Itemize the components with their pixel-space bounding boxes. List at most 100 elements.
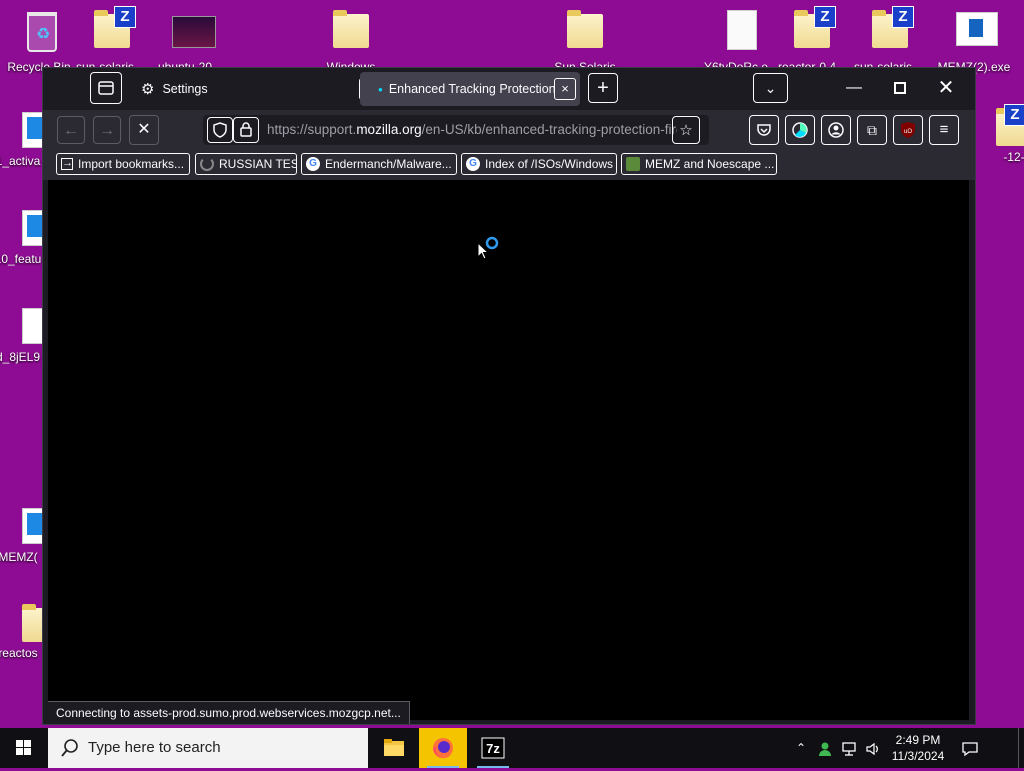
- tab-label: Settings: [162, 82, 208, 96]
- desktop-icon-reactor[interactable]: Z reactor-0.4...: [774, 6, 850, 74]
- image-file-icon: [0, 210, 52, 248]
- bookmark-label: RUSSIAN TEST: [219, 157, 296, 171]
- arrow-left-icon: ←: [63, 122, 79, 139]
- new-tab-button[interactable]: +: [588, 73, 618, 103]
- desktop-icon-windows[interactable]: Windows: [313, 10, 389, 74]
- file-explorer-icon: [384, 739, 404, 756]
- tab-bar: ⚙ Settings × ● Enhanced Tracking Protect…: [43, 68, 975, 110]
- plus-icon: +: [597, 77, 609, 99]
- bookmark-label: Import bookmarks...: [78, 157, 185, 171]
- desktop-icon-sun-solaris-1[interactable]: Z sun-solaris-...: [74, 6, 150, 74]
- exe-icon: [956, 10, 998, 48]
- search-placeholder: Type here to search: [88, 739, 221, 756]
- zip-folder-icon: Z: [872, 6, 914, 48]
- show-desktop-button[interactable]: [1018, 728, 1024, 768]
- taskbar-search-box[interactable]: Type here to search: [48, 728, 368, 768]
- url-bar[interactable]: https://support.mozilla.org/en-US/kb/enh…: [203, 115, 709, 145]
- network-button[interactable]: [838, 728, 860, 768]
- url-domain: mozilla.org: [356, 122, 422, 137]
- minimize-icon: —: [846, 79, 862, 96]
- show-hidden-icons-button[interactable]: ⌃: [790, 728, 812, 768]
- forward-button[interactable]: →: [93, 116, 121, 144]
- search-icon: [61, 739, 78, 757]
- close-tab-button[interactable]: ×: [554, 78, 576, 100]
- image-thumbnail-icon: [172, 10, 216, 48]
- folder-icon: [567, 10, 603, 48]
- tab-enhanced-tracking-protection[interactable]: ● Enhanced Tracking Protection ×: [360, 72, 580, 106]
- downloads-button[interactable]: [785, 115, 815, 145]
- stop-button[interactable]: ✕: [129, 115, 159, 145]
- bookmark-endermanch[interactable]: G Endermanch/Malware...: [301, 153, 457, 175]
- close-window-button[interactable]: ✕: [923, 68, 969, 108]
- back-button[interactable]: ←: [57, 116, 85, 144]
- taskbar-firefox[interactable]: [419, 728, 467, 768]
- tab-label: Enhanced Tracking Protection: [388, 82, 556, 96]
- network-icon: [842, 742, 856, 756]
- close-icon: ✕: [937, 77, 955, 99]
- extensions-button[interactable]: ⧉: [857, 115, 887, 145]
- loading-dot-icon: ●: [378, 84, 383, 94]
- arrow-right-icon: →: [99, 122, 115, 139]
- svg-text:uO: uO: [904, 129, 912, 135]
- ublock-button[interactable]: uO: [893, 115, 923, 145]
- bookmark-index-isos[interactable]: G Index of /ISOs/Windows: [461, 153, 617, 175]
- page-icon: [626, 157, 640, 171]
- import-icon: →: [61, 157, 73, 170]
- green-person-icon: [819, 742, 831, 756]
- clock-date: 11/3/2024: [891, 749, 945, 763]
- exe-icon: [0, 508, 52, 546]
- file-icon: [723, 10, 759, 50]
- desktop-icon-ubuntu[interactable]: ubuntu-20...: [152, 10, 228, 74]
- minimize-button[interactable]: —: [831, 68, 877, 108]
- app-menu-button[interactable]: ≡: [929, 115, 959, 145]
- tray-app-icon[interactable]: [814, 728, 836, 768]
- maximize-icon: [894, 81, 906, 94]
- list-all-tabs-button[interactable]: ⌄: [753, 73, 788, 103]
- bookmark-import[interactable]: → Import bookmarks...: [56, 153, 190, 175]
- desktop-icon-recycle-bin[interactable]: ♻ Recycle Bin: [1, 10, 77, 74]
- star-icon: ☆: [679, 122, 693, 139]
- maximize-button[interactable]: [877, 68, 923, 108]
- recycle-bin-icon: ♻: [21, 10, 57, 52]
- firefox-view-button[interactable]: [90, 72, 122, 104]
- folder-icon: [0, 604, 58, 642]
- ublock-icon: uO: [901, 121, 915, 138]
- download-progress-icon: [792, 122, 808, 138]
- chevron-up-icon: ⌃: [795, 741, 807, 755]
- lock-icon: [240, 122, 252, 138]
- site-info-button[interactable]: [233, 117, 259, 143]
- account-button[interactable]: [821, 115, 851, 145]
- bookmark-label: Index of /ISOs/Windows: [485, 157, 614, 171]
- taskbar-7zip[interactable]: 7z: [469, 728, 517, 768]
- spinner-icon: [200, 157, 214, 171]
- bookmark-memz-noescape[interactable]: MEMZ and Noescape ...: [621, 153, 777, 175]
- action-center-button[interactable]: [956, 728, 984, 768]
- volume-button[interactable]: [862, 728, 884, 768]
- browser-window: ⚙ Settings × ● Enhanced Tracking Protect…: [43, 68, 975, 724]
- start-button[interactable]: [0, 728, 48, 768]
- tab-settings[interactable]: ⚙ Settings ×: [133, 72, 381, 106]
- page-content[interactable]: [48, 180, 969, 720]
- svg-text:7z: 7z: [486, 741, 500, 756]
- folder-icon: [333, 10, 369, 48]
- bookmark-label: MEMZ and Noescape ...: [645, 157, 775, 171]
- google-icon: G: [466, 157, 480, 171]
- taskbar-file-explorer[interactable]: [370, 728, 418, 768]
- desktop-icon-memz2[interactable]: MEMZ(2).exe: [936, 10, 1012, 74]
- zip-folder-icon: Z: [982, 104, 1024, 146]
- 7zip-icon: 7z: [481, 737, 505, 759]
- shield-icon: [213, 121, 227, 138]
- desktop-icon-sun-solaris-folder[interactable]: Sun Solaris: [547, 10, 623, 74]
- clock[interactable]: 2:49 PM 11/3/2024: [886, 728, 950, 768]
- bookmark-russian-test[interactable]: RUSSIAN TEST: [195, 153, 297, 175]
- mouse-cursor-icon: [477, 242, 489, 260]
- bookmark-star-button[interactable]: ☆: [672, 116, 700, 144]
- taskbar: Type here to search 7z ⌃ 2:49 PM 11/3/20…: [0, 728, 1024, 768]
- tracking-protection-button[interactable]: [207, 117, 233, 143]
- url-text[interactable]: https://support.mozilla.org/en-US/kb/enh…: [267, 122, 677, 137]
- pocket-button[interactable]: [749, 115, 779, 145]
- hamburger-menu-icon: ≡: [939, 121, 949, 138]
- desktop-icon-sun-solaris-2[interactable]: Z sun-solaris-...: [852, 6, 928, 74]
- stop-icon: ✕: [137, 121, 151, 138]
- desktop-icon-y6ty[interactable]: Y6tyDoRc.e...: [703, 10, 779, 74]
